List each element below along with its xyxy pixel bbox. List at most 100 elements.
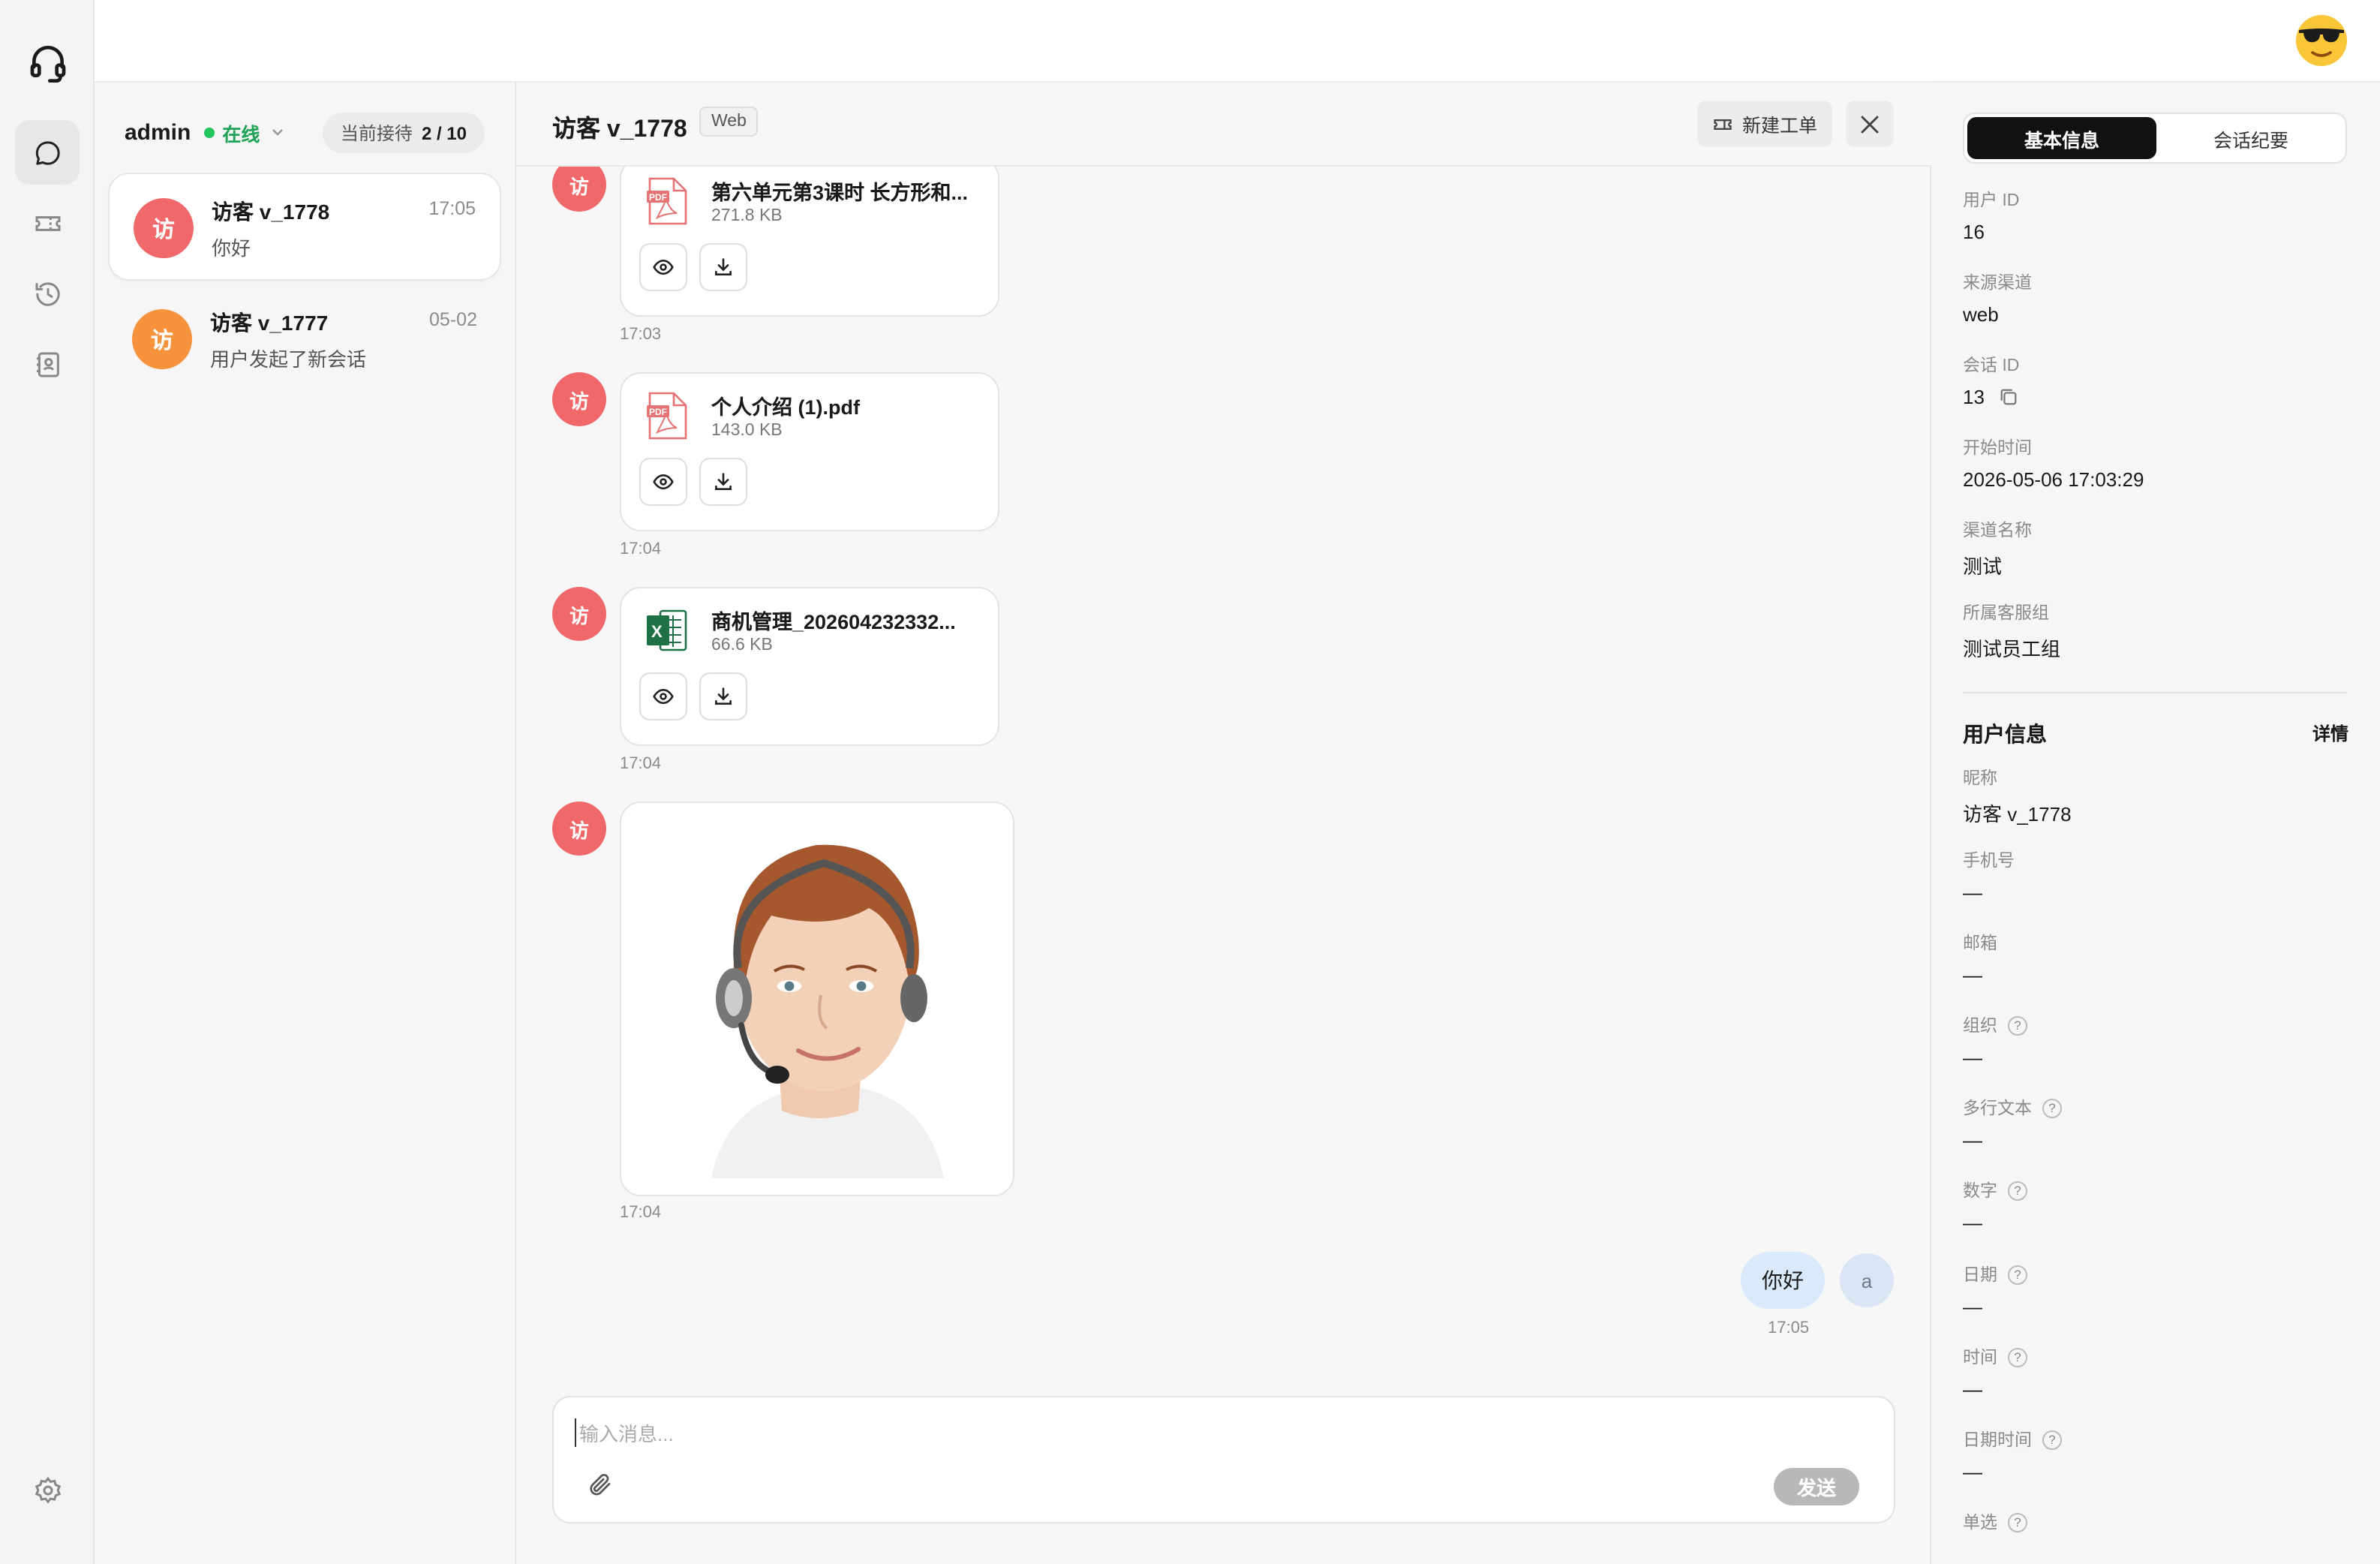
send-button[interactable]: 发送 bbox=[1774, 1468, 1859, 1505]
download-file-button[interactable] bbox=[699, 672, 747, 720]
nav-tickets[interactable] bbox=[15, 191, 80, 255]
pdf-file-icon: PDF bbox=[647, 177, 687, 225]
close-chat-button[interactable] bbox=[1846, 101, 1894, 147]
status-dropdown[interactable]: 在线 bbox=[204, 118, 285, 146]
pdf-file-icon: PDF bbox=[647, 392, 687, 440]
custom-field-label: 日期? bbox=[1963, 1262, 2027, 1286]
nav-chat[interactable] bbox=[15, 120, 80, 185]
preview-file-button[interactable] bbox=[639, 672, 687, 720]
field-label: 开始时间 bbox=[1963, 440, 2032, 458]
field-label: 日期 bbox=[1963, 1267, 1997, 1285]
chevron-down-icon bbox=[272, 129, 284, 136]
field-value: 16 bbox=[1963, 221, 1985, 243]
svg-text:X: X bbox=[651, 622, 663, 641]
help-icon[interactable]: ? bbox=[2008, 1265, 2027, 1284]
field-value: web bbox=[1963, 303, 1999, 326]
queue-count: 2 / 10 bbox=[421, 122, 467, 143]
help-icon[interactable]: ? bbox=[2008, 1181, 2027, 1200]
agent-status-bar: admin 在线 当前接待 2 / 10 bbox=[125, 110, 485, 155]
close-icon bbox=[1861, 115, 1879, 133]
file-size: 271.8 KB bbox=[711, 207, 783, 225]
custom-field-label: 日期时间? bbox=[1963, 1427, 2062, 1451]
tab-basic-info[interactable]: 基本信息 bbox=[1967, 117, 2156, 159]
paperclip-icon[interactable] bbox=[587, 1471, 614, 1498]
help-icon[interactable]: ? bbox=[2008, 1015, 2027, 1035]
message-time: 17:04 bbox=[620, 540, 662, 558]
conversation-item[interactable]: 访 访客 v_1777 05-02 用户发起了新会话 bbox=[108, 285, 501, 393]
help-icon[interactable]: ? bbox=[2042, 1430, 2062, 1449]
copy-icon[interactable] bbox=[2000, 387, 2019, 407]
help-icon[interactable]: ? bbox=[2042, 1098, 2062, 1117]
field-label: 组织 bbox=[1963, 1018, 1997, 1036]
field-value: 13 bbox=[1963, 386, 1985, 408]
help-icon[interactable]: ? bbox=[2008, 1347, 2027, 1367]
field-value: — bbox=[1963, 1129, 1982, 1151]
preview-file-button[interactable] bbox=[639, 243, 687, 291]
conversation-preview: 你好 bbox=[212, 237, 251, 260]
new-ticket-button[interactable]: 新建工单 bbox=[1697, 101, 1832, 147]
conversation-list-panel: admin 在线 当前接待 2 / 10 访 访客 v_1778 17:05 你好… bbox=[95, 83, 516, 1564]
visitor-avatar: 访 bbox=[134, 198, 194, 258]
field-value: 测试员工组 bbox=[1963, 638, 2061, 660]
help-icon[interactable]: ? bbox=[2008, 1512, 2027, 1532]
message-input[interactable]: 输入消息... bbox=[575, 1418, 674, 1447]
sunglasses-emoji-icon[interactable] bbox=[2294, 14, 2348, 68]
field-value: — bbox=[1963, 1295, 1982, 1318]
conversation-preview: 用户发起了新会话 bbox=[210, 348, 367, 371]
chat-header: 访客 v_1778 Web 新建工单 bbox=[516, 83, 1931, 167]
file-message-card: X 商机管理_202604232332... 66.6 KB bbox=[620, 587, 999, 746]
message-time: 17:04 bbox=[620, 755, 662, 773]
nav-history[interactable] bbox=[15, 261, 80, 326]
field-label: 数字 bbox=[1963, 1183, 1997, 1201]
nav-settings[interactable] bbox=[15, 1457, 80, 1522]
file-message-card: PDF 个人介绍 (1).pdf 143.0 KB bbox=[620, 372, 999, 531]
nav-rail bbox=[0, 0, 95, 1564]
message-composer[interactable]: 输入消息... 发送 bbox=[552, 1396, 1895, 1523]
preview-file-button[interactable] bbox=[639, 458, 687, 506]
headset-icon[interactable] bbox=[27, 41, 69, 83]
chat-bubble-icon bbox=[35, 140, 59, 164]
svg-text:PDF: PDF bbox=[649, 192, 667, 203]
user-details-link[interactable]: 详情 bbox=[2312, 720, 2348, 746]
download-file-button[interactable] bbox=[699, 458, 747, 506]
message-time: 17:05 bbox=[1768, 1319, 1810, 1337]
session-id-field: 13 bbox=[1963, 386, 2019, 408]
section-divider bbox=[1963, 692, 2347, 693]
queue-badge: 当前接待 2 / 10 bbox=[322, 112, 485, 152]
visitor-avatar: 访 bbox=[132, 309, 192, 369]
tab-session-summary[interactable]: 会话纪要 bbox=[2156, 117, 2345, 159]
field-label: 邮箱 bbox=[1963, 935, 1997, 953]
contacts-book-icon bbox=[36, 351, 59, 377]
conversation-time: 17:05 bbox=[428, 198, 476, 219]
chat-panel: 访客 v_1778 Web 新建工单 访 PDF 第六单元第3课时 长方形和..… bbox=[516, 83, 1931, 1564]
field-label: 日期时间 bbox=[1963, 1432, 2032, 1450]
field-label: 多行文本 bbox=[1963, 1100, 2032, 1118]
eye-icon bbox=[653, 688, 674, 705]
custom-field-label: 组织? bbox=[1963, 1013, 2027, 1037]
nav-contacts[interactable] bbox=[15, 332, 80, 396]
user-info-title: 用户信息 bbox=[1963, 722, 2047, 746]
image-message[interactable] bbox=[620, 802, 1014, 1196]
download-icon bbox=[715, 687, 732, 705]
file-name: 第六单元第3课时 长方形和... bbox=[711, 182, 969, 204]
gear-icon bbox=[34, 1475, 61, 1503]
field-value: — bbox=[1963, 1460, 1982, 1483]
outgoing-message-bubble: 你好 bbox=[1741, 1252, 1825, 1309]
conversation-item[interactable]: 访 访客 v_1778 17:05 你好 bbox=[108, 173, 501, 281]
field-value: — bbox=[1963, 1378, 1982, 1400]
agent-name: admin bbox=[125, 119, 191, 145]
field-label: 渠道名称 bbox=[1963, 522, 2032, 540]
field-value: 2026-05-06 17:03:29 bbox=[1963, 468, 2144, 491]
field-value: — bbox=[1963, 881, 1982, 904]
download-icon bbox=[715, 258, 732, 275]
download-icon bbox=[715, 473, 732, 490]
download-file-button[interactable] bbox=[699, 243, 747, 291]
field-label: 时间 bbox=[1963, 1349, 1997, 1367]
status-label: 在线 bbox=[222, 124, 260, 145]
field-label: 会话 ID bbox=[1963, 357, 2020, 375]
file-message-card: PDF 第六单元第3课时 长方形和... 271.8 KB bbox=[620, 158, 999, 317]
ticket-icon bbox=[1714, 119, 1732, 129]
top-bar bbox=[95, 0, 2380, 83]
file-size: 66.6 KB bbox=[711, 636, 773, 654]
conversation-name: 访客 v_1777 bbox=[210, 311, 329, 335]
